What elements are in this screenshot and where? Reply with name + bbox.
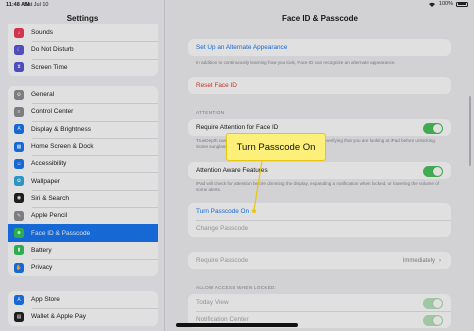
change-passcode-button[interactable]: Change Passcode <box>188 220 451 237</box>
require-attention-label: Require Attention for Face ID <box>196 124 279 131</box>
sidebar-item-label: Do Not Disturb <box>31 46 74 54</box>
home-indicator[interactable] <box>176 323 298 327</box>
face-id-icon: ☻ <box>14 228 24 239</box>
sidebar-item-label: App Store <box>31 296 60 304</box>
sidebar-item-label: Siri & Search <box>31 194 69 202</box>
attention-header: ATTENTION <box>196 110 225 115</box>
alternate-appearance-note: In addition to continuously learning how… <box>196 60 396 65</box>
alternate-appearance-card: Set Up an Alternate Appearance <box>188 39 451 56</box>
status-bar: 11:48 AM Sat Jul 10 100% <box>0 0 474 10</box>
sidebar-item-label: Wallet & Apple Pay <box>31 313 87 321</box>
chevron-right-icon: › <box>439 257 441 264</box>
detail-title: Face ID & Passcode <box>281 14 359 23</box>
sidebar-item-home-screen-dock[interactable]: ▦ Home Screen & Dock <box>8 137 158 155</box>
attention-aware-note: iPad will check for attention before dim… <box>196 181 440 193</box>
flower-icon: ✿ <box>14 176 24 187</box>
today-view-toggle[interactable] <box>423 297 443 309</box>
status-right: 100% <box>428 1 468 7</box>
siri-icon: ◉ <box>14 193 24 204</box>
scrollbar[interactable] <box>468 96 471 166</box>
sidebar-item-screen-time[interactable]: ⧗ Screen Time <box>8 58 158 76</box>
callout-label: Turn Passcode On <box>226 133 326 161</box>
hourglass-icon: ⧗ <box>14 62 24 73</box>
sidebar-item-label: Sounds <box>31 29 54 37</box>
sidebar-item-sounds[interactable]: ♪ Sounds <box>8 24 158 41</box>
sidebar-item-label: General <box>31 91 55 99</box>
sidebar-item-label: Battery <box>31 246 52 254</box>
hand-icon: ✋ <box>14 262 24 273</box>
battery-percent: 100% <box>438 1 453 7</box>
passcode-card: Turn Passcode On Change Passcode <box>188 203 451 237</box>
sidebar-item-display-brightness[interactable]: A Display & Brightness <box>8 120 158 138</box>
sidebar-item-siri-search[interactable]: ◉ Siri & Search <box>8 189 158 207</box>
today-view-row[interactable]: Today View <box>188 294 451 311</box>
pencil-icon: ✎ <box>14 210 24 221</box>
sidebar-item-privacy[interactable]: ✋ Privacy <box>8 258 158 276</box>
notification-center-toggle[interactable] <box>423 314 443 326</box>
attention-aware-row[interactable]: Attention Aware Features <box>188 162 451 179</box>
sidebar-item-accessibility[interactable]: ☺ Accessibility <box>8 155 158 172</box>
sidebar-item-label: Home Screen & Dock <box>31 143 94 151</box>
sidebar-item-app-store[interactable]: A App Store <box>8 291 158 308</box>
sidebar-item-control-center[interactable]: ≡ Control Center <box>8 103 158 120</box>
attention-aware-toggle[interactable] <box>423 165 443 177</box>
reset-face-id-card: Reset Face ID <box>188 77 451 94</box>
require-attention-toggle[interactable] <box>423 122 443 134</box>
sidebar-group-store: A App Store ▤ Wallet & Apple Pay <box>8 291 158 326</box>
reset-face-id-button[interactable]: Reset Face ID <box>188 77 451 94</box>
sidebar-group-general: ⚙ General ≡ Control Center A Display & Bright… <box>8 86 158 277</box>
sidebar-item-label: Screen Time <box>31 63 68 71</box>
sidebar-item-label: Apple Pencil <box>31 212 68 220</box>
grid-icon: ▦ <box>14 141 24 152</box>
sidebar-item-label: Wallpaper <box>31 177 61 185</box>
battery-icon <box>456 1 468 7</box>
sidebar-group-notifications: ♪ Sounds ☾ Do Not Disturb ⧗ Screen Time <box>8 24 158 76</box>
sidebar-item-label: Face ID & Passcode <box>31 229 91 237</box>
sidebar-item-face-id-passcode[interactable]: ☻ Face ID & Passcode <box>8 224 158 242</box>
today-view-label: Today View <box>196 299 229 306</box>
aa-icon: A <box>14 124 24 135</box>
allow-access-header: ALLOW ACCESS WHEN LOCKED: <box>196 285 277 290</box>
sidebar-item-do-not-disturb[interactable]: ☾ Do Not Disturb <box>8 41 158 58</box>
sidebar-title: Settings <box>66 14 99 23</box>
switches-icon: ≡ <box>14 106 24 117</box>
detail-pane: Face ID & Passcode Set Up an Alternate A… <box>166 0 474 331</box>
require-passcode-value-wrap: Immediately › <box>403 252 441 269</box>
require-passcode-row[interactable]: Require Passcode Immediately › <box>188 252 451 269</box>
settings-sidebar: Settings ♪ Sounds ☾ Do Not Disturb ⧗ Screen T… <box>0 0 165 331</box>
speaker-icon: ♪ <box>14 27 24 38</box>
require-passcode-value: Immediately <box>402 257 435 264</box>
gear-icon: ⚙ <box>14 89 24 100</box>
turn-passcode-on-button[interactable]: Turn Passcode On <box>188 203 451 220</box>
sidebar-item-label: Privacy <box>31 264 53 272</box>
sidebar-item-label: Accessibility <box>31 160 67 168</box>
status-date: Sat Jul 10 <box>24 2 49 8</box>
accessibility-icon: ☺ <box>14 158 24 169</box>
alternate-appearance-button[interactable]: Set Up an Alternate Appearance <box>188 39 451 56</box>
sidebar-item-apple-pencil[interactable]: ✎ Apple Pencil <box>8 207 158 224</box>
require-passcode-label: Require Passcode <box>196 257 249 264</box>
wifi-icon <box>428 2 435 7</box>
sidebar-item-wallet-apple-pay[interactable]: ▤ Wallet & Apple Pay <box>8 308 158 325</box>
sidebar-item-label: Control Center <box>31 108 74 116</box>
wallet-icon: ▤ <box>14 311 24 322</box>
sidebar-item-general[interactable]: ⚙ General <box>8 86 158 103</box>
notification-center-label: Notification Center <box>196 316 249 323</box>
attention-aware-card: Attention Aware Features <box>188 162 451 179</box>
attention-aware-label: Attention Aware Features <box>196 167 268 174</box>
sidebar-item-battery[interactable]: ▮ Battery <box>8 242 158 259</box>
moon-icon: ☾ <box>14 44 24 55</box>
require-passcode-card: Require Passcode Immediately › <box>188 252 451 269</box>
sidebar-item-label: Display & Brightness <box>31 125 91 133</box>
sidebar-item-wallpaper[interactable]: ✿ Wallpaper <box>8 172 158 189</box>
battery-icon: ▮ <box>14 245 24 256</box>
app-store-icon: A <box>14 294 24 305</box>
